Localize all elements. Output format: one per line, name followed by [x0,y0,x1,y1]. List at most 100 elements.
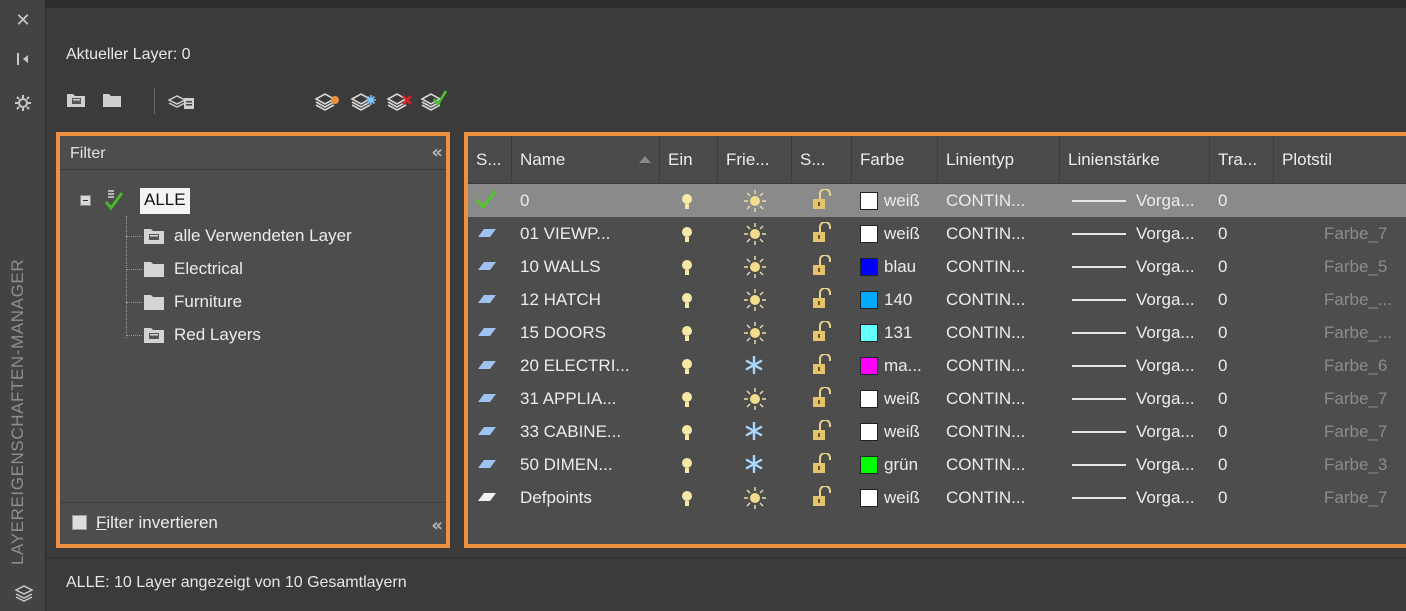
layer-row[interactable]: 15 DOORS 131 CONTIN... Vorga... 0 Farbe_... [468,316,1406,349]
layer-states-manager-icon[interactable] [166,88,200,112]
layer-name[interactable]: 15 DOORS [520,316,658,349]
layer-name[interactable]: 20 ELECTRI... [520,349,658,382]
new-layer-icon[interactable] [314,88,342,112]
color-swatch[interactable] [860,291,878,309]
layer-linetype[interactable]: CONTIN... [946,448,1058,481]
layer-color-name[interactable]: 131 [884,316,936,349]
layer-transparency[interactable]: 0 [1218,283,1268,316]
layer-transparency[interactable]: 0 [1218,448,1268,481]
color-swatch[interactable] [860,390,878,408]
color-swatch[interactable] [860,225,878,243]
layer-color-name[interactable]: blau [884,250,936,283]
close-icon[interactable]: ✕ [14,12,32,30]
layer-linetype[interactable]: CONTIN... [946,283,1058,316]
color-swatch[interactable] [860,489,878,507]
layer-name[interactable]: 0 [520,184,658,217]
layer-color-name[interactable]: weiß [884,184,936,217]
layer-linetype[interactable]: CONTIN... [946,382,1058,415]
filter-item-red-layers[interactable]: Red Layers [126,323,446,349]
layer-row[interactable]: Defpoints weiß CONTIN... Vorga... 0 Farbe_7 [468,481,1406,514]
invert-filter-label[interactable]: Filter invertieren [96,513,218,533]
layer-transparency[interactable]: 0 [1218,481,1268,514]
column-on[interactable]: Ein [660,136,718,184]
thawed-sun-icon[interactable] [742,485,770,518]
layer-lineweight[interactable]: Vorga... [1136,316,1208,349]
layer-name[interactable]: 01 VIEWP... [520,217,658,250]
layer-lineweight[interactable]: Vorga... [1136,283,1208,316]
layer-row[interactable]: 31 APPLIA... weiß CONTIN... Vorga... 0 Farbe_… [468,382,1406,415]
auto-hide-icon[interactable] [14,50,32,68]
layer-status-icon[interactable] [474,485,504,518]
layer-linetype[interactable]: CONTIN... [946,184,1058,217]
layer-row[interactable]: 01 VIEWP... weiß CONTIN... Vorga... 0 Farbe_7 [468,217,1406,250]
layer-transparency[interactable]: 0 [1218,184,1268,217]
layer-name[interactable]: 12 HATCH [520,283,658,316]
layer-lineweight[interactable]: Vorga... [1136,184,1208,217]
column-transparency[interactable]: Tra... [1210,136,1274,184]
layer-linetype[interactable]: CONTIN... [946,481,1058,514]
properties-icon[interactable] [14,94,32,112]
layer-transparency[interactable]: 0 [1218,349,1268,382]
layer-transparency[interactable]: 0 [1218,250,1268,283]
layer-transparency[interactable]: 0 [1218,217,1268,250]
layer-row[interactable]: 20 ELECTRI... ma... CONTIN... Vorga... 0 Farb… [468,349,1406,382]
layer-linetype[interactable]: CONTIN... [946,217,1058,250]
layer-row[interactable]: 12 HATCH 140 CONTIN... Vorga... 0 Farbe_... [468,283,1406,316]
layer-color-name[interactable]: grün [884,448,936,481]
layer-transparency[interactable]: 0 [1218,316,1268,349]
layer-color-name[interactable]: 140 [884,283,936,316]
column-lineweight[interactable]: Linienstärke [1060,136,1210,184]
layer-color-name[interactable]: weiß [884,415,936,448]
collapse-node-icon[interactable] [80,195,91,206]
color-swatch[interactable] [860,423,878,441]
color-swatch[interactable] [860,357,878,375]
layer-transparency[interactable]: 0 [1218,415,1268,448]
layer-lineweight[interactable]: Vorga... [1136,217,1208,250]
collapse-filter-icon[interactable]: « [431,142,443,163]
layer-linetype[interactable]: CONTIN... [946,316,1058,349]
column-status[interactable]: S... [468,136,512,184]
color-swatch[interactable] [860,258,878,276]
layer-on-bulb-icon[interactable] [680,487,704,520]
layer-row[interactable]: 33 CABINE... weiß CONTIN... Vorga... 0 Farbe_… [468,415,1406,448]
layer-name[interactable]: 33 CABINE... [520,415,658,448]
delete-layer-icon[interactable] [386,88,414,112]
layer-lineweight[interactable]: Vorga... [1136,382,1208,415]
layer-name[interactable]: 10 WALLS [520,250,658,283]
filter-item-electrical[interactable]: Electrical [126,257,446,283]
color-swatch[interactable] [860,324,878,342]
layer-transparency[interactable]: 0 [1218,382,1268,415]
layer-name[interactable]: Defpoints [520,481,658,514]
layer-row[interactable]: 10 WALLS blau CONTIN... Vorga... 0 Farbe_5 [468,250,1406,283]
column-linetype[interactable]: Linientyp [938,136,1060,184]
new-property-filter-icon[interactable] [64,88,88,112]
unlocked-padlock-icon[interactable] [810,486,838,519]
layer-color-name[interactable]: weiß [884,382,936,415]
layer-row[interactable]: 50 DIMEN... grün CONTIN... Vorga... 0 Farbe_3 [468,448,1406,481]
layer-linetype[interactable]: CONTIN... [946,349,1058,382]
column-freeze[interactable]: Frie... [718,136,792,184]
new-layer-vp-frozen-icon[interactable] [350,88,378,112]
collapse-filter-icon[interactable]: « [431,515,443,536]
invert-filter-checkbox[interactable] [72,515,87,530]
color-swatch[interactable] [860,192,878,210]
layer-name[interactable]: 31 APPLIA... [520,382,658,415]
filter-root-label[interactable]: ALLE [140,188,190,214]
color-swatch[interactable] [860,456,878,474]
layer-lineweight[interactable]: Vorga... [1136,349,1208,382]
column-name[interactable]: Name [512,136,660,184]
layer-lineweight[interactable]: Vorga... [1136,481,1208,514]
layer-linetype[interactable]: CONTIN... [946,250,1058,283]
layer-lineweight[interactable]: Vorga... [1136,250,1208,283]
layer-color-name[interactable]: ma... [884,349,936,382]
layer-color-name[interactable]: weiß [884,217,936,250]
layer-linetype[interactable]: CONTIN... [946,415,1058,448]
filter-item-used-layers[interactable]: alle Verwendeten Layer [126,224,446,250]
column-color[interactable]: Farbe [852,136,938,184]
set-current-icon[interactable] [420,88,448,112]
layer-lineweight[interactable]: Vorga... [1136,448,1208,481]
column-lock[interactable]: S... [792,136,852,184]
layer-lineweight[interactable]: Vorga... [1136,415,1208,448]
layer-name[interactable]: 50 DIMEN... [520,448,658,481]
layer-row[interactable]: 0 weiß CONTIN... Vorga... 0 Farbe_7 [468,184,1406,217]
